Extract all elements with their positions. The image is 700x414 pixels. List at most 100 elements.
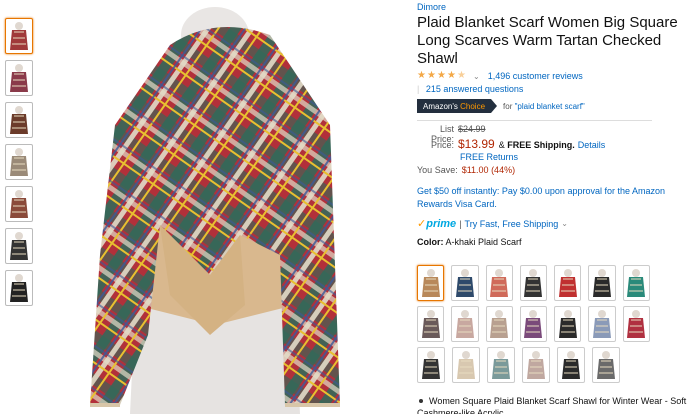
free-returns-link[interactable]: FREE Returns [460, 152, 697, 165]
thumbnail-2[interactable] [5, 60, 33, 96]
swatch-image [562, 351, 580, 379]
prime-row: ✓ prime | Try Fast, Free Shipping ⌄ [417, 217, 697, 231]
swatch-image [593, 269, 612, 297]
swatch-image [597, 351, 615, 379]
thumbnail-3[interactable] [5, 102, 33, 138]
rating-stars[interactable]: ★ ★ ★ ★ ★ [417, 71, 467, 81]
color-swatch[interactable] [522, 347, 550, 383]
badge-prefix: Amazon's [423, 101, 458, 111]
list-price-value: $24.99 [458, 124, 486, 134]
color-swatches [417, 265, 657, 388]
swatch-image [524, 269, 543, 297]
color-swatch[interactable] [557, 347, 585, 383]
swatch-image [457, 351, 475, 379]
swatch-image [558, 310, 577, 338]
shipping-text: & FREE Shipping. [499, 140, 575, 150]
color-swatch[interactable] [622, 265, 650, 301]
thumbnail-1[interactable] [5, 18, 33, 54]
scarf-illustration [90, 7, 340, 414]
chevron-down-icon[interactable]: ⌄ [473, 72, 480, 81]
thumbnail-image [10, 148, 28, 176]
details-link[interactable]: Details [578, 140, 606, 150]
bullet-dot [419, 399, 423, 404]
you-save-row: You Save: $11.00 (44%) [417, 165, 697, 178]
product-title: Plaid Blanket Scarf Women Big Square Lon… [417, 14, 678, 67]
color-swatch[interactable] [451, 306, 479, 342]
color-swatch[interactable] [417, 306, 445, 342]
color-swatch[interactable] [519, 306, 548, 342]
price-label: Price: [430, 140, 454, 150]
free-shipping: FREE Shipping. [507, 140, 575, 150]
badge-for-word: for [503, 101, 513, 111]
color-swatch[interactable] [451, 265, 479, 301]
badge-choice: Choice [460, 101, 486, 111]
reviews-link[interactable]: 1,496 customer reviews [488, 71, 583, 81]
color-swatch[interactable] [487, 347, 515, 383]
swatch-image [627, 269, 646, 297]
thumbnail-6[interactable] [5, 228, 33, 264]
swatch-image [421, 310, 440, 338]
main-product-image[interactable] [70, 5, 360, 414]
brand-link[interactable]: Dimore [417, 2, 697, 12]
swatch-image [593, 310, 612, 338]
swatch-image [455, 269, 474, 297]
swatch-image [490, 310, 509, 338]
color-swatch[interactable] [622, 306, 650, 342]
color-swatch[interactable] [417, 265, 445, 301]
color-swatch[interactable] [417, 347, 445, 383]
star-icon: ★ [437, 70, 446, 81]
color-swatch[interactable] [452, 347, 480, 383]
separator: | [417, 84, 420, 94]
swatch-row [417, 347, 657, 383]
swatch-image [421, 269, 440, 297]
divider [417, 120, 652, 121]
visa-promo-link[interactable]: Get $50 off instantly: Pay $0.00 upon ap… [417, 185, 687, 211]
color-value: A-khaki Plaid Scarf [445, 237, 522, 247]
swatch-image [455, 310, 474, 338]
rating-row: ★ ★ ★ ★ ★ ⌄ 1,496 customer reviews [417, 71, 697, 82]
color-swatch[interactable] [485, 265, 513, 301]
swatch-image [558, 269, 577, 297]
color-label-row: Color: A-khaki Plaid Scarf [417, 237, 697, 247]
chevron-down-icon[interactable]: ⌄ [561, 219, 568, 228]
price-value: $13.99 [458, 137, 495, 151]
swatch-image [524, 310, 543, 338]
swatch-image [490, 269, 509, 297]
swatch-image [422, 351, 440, 379]
color-swatch[interactable] [588, 306, 616, 342]
feature-bullet: Women Square Plaid Blanket Scarf Shawl f… [417, 395, 697, 414]
list-price-row: List Price: $24.99 [417, 124, 697, 144]
swatch-row [417, 265, 657, 301]
thumbnail-4[interactable] [5, 144, 33, 180]
you-save-label: You Save: [417, 165, 458, 175]
thumbnail-5[interactable] [5, 186, 33, 222]
amazons-choice-row: Amazon's Choice for "plaid blanket scarf… [417, 99, 697, 113]
badge-query-link[interactable]: "plaid blanket scarf" [515, 102, 585, 111]
color-swatch[interactable] [554, 306, 582, 342]
prime-check-icon: ✓ [417, 218, 427, 230]
thumbnail-strip [5, 18, 35, 312]
try-prime-link[interactable]: Try Fast, Free Shipping [465, 219, 559, 229]
thumbnail-image [10, 106, 28, 134]
color-swatch[interactable] [592, 347, 620, 383]
half-star-icon: ★ [457, 70, 466, 81]
color-label: Color: [417, 237, 444, 247]
swatch-row [417, 306, 657, 342]
thumbnail-image [10, 190, 28, 218]
color-swatch[interactable] [519, 265, 548, 301]
product-info: Dimore Plaid Blanket Scarf Women Big Squ… [417, 2, 697, 247]
swatch-image [627, 310, 646, 338]
you-save-value: $11.00 (44%) [461, 165, 516, 175]
thumbnail-image [10, 22, 28, 50]
star-icon: ★ [427, 70, 436, 81]
swatch-image [527, 351, 545, 379]
color-swatch[interactable] [588, 265, 616, 301]
thumbnail-image [10, 274, 28, 302]
thumbnail-7[interactable] [5, 270, 33, 306]
price-row: Price: $13.99 & FREE Shipping. Details [417, 137, 697, 152]
color-swatch[interactable] [554, 265, 582, 301]
answered-questions-link[interactable]: 215 answered questions [426, 84, 524, 94]
star-icon: ★ [417, 70, 426, 81]
color-swatch[interactable] [485, 306, 513, 342]
answered-questions-row: | 215 answered questions [417, 84, 697, 94]
